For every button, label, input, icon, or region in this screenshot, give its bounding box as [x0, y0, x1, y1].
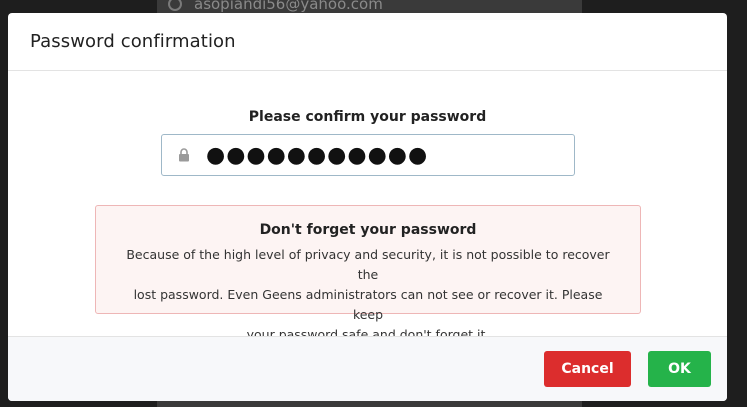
- user-icon: [168, 0, 182, 11]
- modal-footer: Cancel OK: [8, 336, 727, 401]
- modal-body: Please confirm your password ●●●●●●●●●●●…: [8, 71, 727, 342]
- confirm-password-label: Please confirm your password: [248, 109, 487, 125]
- modal-header: Password confirmation: [8, 13, 727, 71]
- password-field[interactable]: ●●●●●●●●●●●: [161, 134, 575, 176]
- lock-icon: [162, 134, 206, 176]
- ok-button[interactable]: OK: [648, 351, 711, 387]
- warning-title: Don't forget your password: [259, 222, 477, 238]
- background-account-row: asopiandi56@yahoo.com: [168, 0, 383, 14]
- password-input[interactable]: ●●●●●●●●●●●: [206, 143, 428, 167]
- modal-title: Password confirmation: [30, 31, 236, 52]
- background-email: asopiandi56@yahoo.com: [194, 0, 383, 13]
- warning-text: Because of the high level of privacy and…: [118, 245, 618, 345]
- warning-line: Because of the high level of privacy and…: [126, 247, 610, 282]
- password-confirmation-modal: Password confirmation Please confirm you…: [8, 13, 727, 401]
- warning-line: lost password. Even Geens administrators…: [133, 287, 603, 322]
- cancel-button[interactable]: Cancel: [544, 351, 631, 387]
- warning-alert: Don't forget your password Because of th…: [95, 205, 641, 342]
